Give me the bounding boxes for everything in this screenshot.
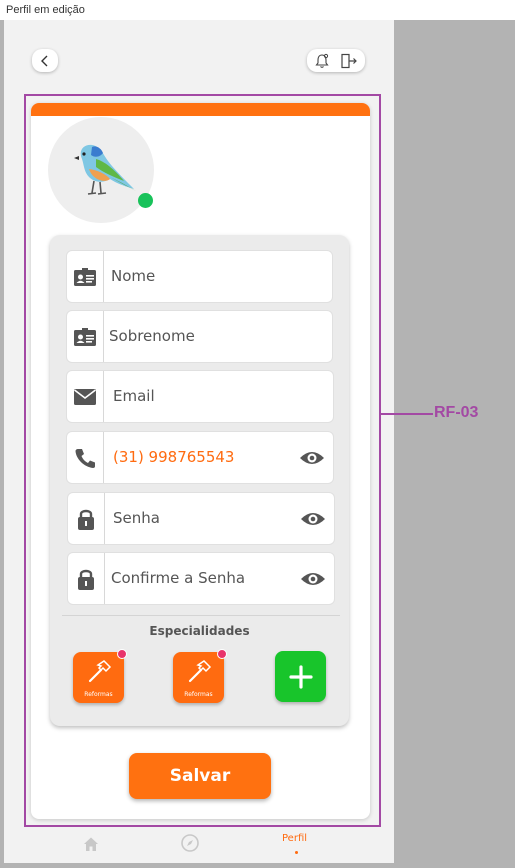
add-specialty-button[interactable] (275, 651, 326, 702)
specialties-title: Especialidades (149, 624, 250, 638)
back-button[interactable] (32, 49, 58, 72)
hammer-icon (188, 660, 212, 683)
home-icon (84, 837, 98, 851)
frame-title: Perfil em edição (0, 0, 515, 20)
avatar[interactable] (48, 117, 154, 223)
online-status-badge (138, 193, 153, 208)
id-card-icon (67, 251, 104, 302)
envelope-icon (67, 371, 104, 422)
password-field[interactable]: Senha (68, 493, 334, 544)
hammer-icon (88, 660, 112, 683)
id-card-icon (67, 311, 104, 362)
first-name-placeholder: Nome (111, 267, 156, 285)
eye-icon[interactable] (300, 570, 326, 588)
last-name-placeholder: Sobrenome (109, 327, 195, 345)
eye-icon[interactable] (300, 510, 326, 528)
bird-avatar-icon (74, 144, 136, 195)
remove-specialty-badge[interactable] (217, 649, 227, 659)
phone-value: (31) 998765543 (113, 448, 235, 466)
annotation-connector (381, 413, 433, 415)
nav-explore[interactable] (180, 833, 200, 858)
specialty-label: Reformas (184, 691, 213, 698)
phone-icon (67, 432, 104, 483)
save-button[interactable]: Salvar (129, 753, 271, 799)
remove-specialty-badge[interactable] (117, 649, 127, 659)
bell-icon[interactable] (314, 53, 330, 69)
form-divider (62, 615, 340, 616)
phone-field[interactable]: (31) 998765543 (67, 432, 333, 483)
exit-door-icon[interactable] (340, 53, 358, 69)
nav-profile[interactable]: Perfil (282, 833, 307, 844)
chevron-left-icon (41, 55, 48, 66)
confirm-password-field[interactable]: Confirme a Senha (68, 553, 334, 604)
specialty-label: Reformas (84, 691, 113, 698)
header-actions (307, 49, 365, 72)
email-placeholder: Email (113, 387, 155, 405)
nav-active-indicator (295, 851, 298, 854)
email-field[interactable]: Email (67, 371, 333, 422)
compass-icon (181, 834, 199, 852)
card-accent-stripe (31, 103, 370, 116)
password-placeholder: Senha (113, 509, 160, 527)
lock-icon (68, 493, 105, 544)
eye-icon[interactable] (299, 449, 325, 467)
nav-home[interactable] (82, 835, 100, 858)
first-name-field[interactable]: Nome (67, 251, 332, 302)
last-name-field[interactable]: Sobrenome (67, 311, 332, 362)
annotation-label: RF-03 (434, 404, 479, 421)
confirm-password-placeholder: Confirme a Senha (111, 569, 246, 587)
specialty-chip[interactable]: Reformas (173, 649, 227, 703)
plus-icon (288, 664, 313, 689)
specialty-chip[interactable]: Reformas (73, 649, 127, 703)
lock-icon (68, 553, 105, 604)
